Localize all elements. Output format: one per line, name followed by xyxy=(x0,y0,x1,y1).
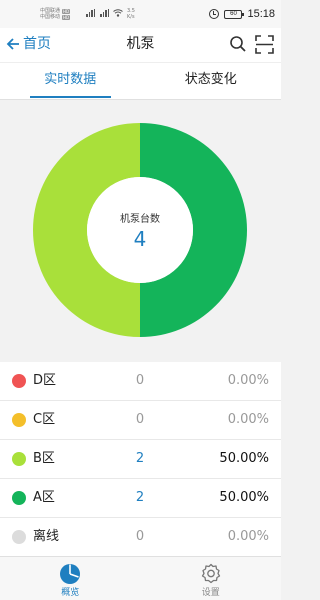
signal-icon xyxy=(86,9,95,17)
legend-dot xyxy=(12,374,26,388)
pie-chart-icon xyxy=(60,564,81,584)
app-header: 首页 机泵 xyxy=(0,28,281,62)
tab-bar: 实时数据 状态变化 xyxy=(0,62,281,100)
tab-status-change[interactable]: 状态变化 xyxy=(141,63,282,99)
nav-overview[interactable]: 概览 xyxy=(0,557,141,600)
donut-chart: 机泵台数 4 xyxy=(0,101,281,359)
alarm-icon xyxy=(209,9,220,19)
legend-percent: 50.00% xyxy=(219,490,269,505)
legend-count: 0 xyxy=(135,529,145,544)
legend-row-a[interactable]: A区 2 50.00% xyxy=(0,479,281,518)
hd-badge: HD xyxy=(62,14,71,20)
nav-label: 概览 xyxy=(61,588,80,598)
hd-badge: HD xyxy=(62,8,71,14)
legend-count: 2 xyxy=(135,490,145,505)
legend-row-d[interactable]: D区 0 0.00% xyxy=(0,362,281,401)
legend-percent: 0.00% xyxy=(227,373,269,388)
legend-name: C区 xyxy=(33,412,56,427)
status-bar: 中国联通 HD 中国移动 HD 3.5 K/s 60 15:18 xyxy=(0,0,281,28)
center-value: 4 xyxy=(133,227,147,251)
legend-dot xyxy=(12,491,26,505)
center-label: 机泵台数 xyxy=(120,214,160,225)
net-speed: 3.5 K/s xyxy=(127,8,135,20)
clock: 15:18 xyxy=(247,8,275,20)
legend-name: D区 xyxy=(33,373,57,388)
legend-percent: 50.00% xyxy=(219,451,269,466)
legend-percent: 0.00% xyxy=(227,412,269,427)
signal-icon xyxy=(100,9,109,17)
legend-name: 离线 xyxy=(33,529,60,544)
legend-row-offline[interactable]: 离线 0 0.00% xyxy=(0,518,281,557)
wifi-icon xyxy=(113,9,123,17)
legend-row-c[interactable]: C区 0 0.00% xyxy=(0,401,281,440)
chart-center: 机泵台数 4 xyxy=(90,213,190,251)
legend-list: D区 0 0.00% C区 0 0.00% B区 2 50.00% A区 2 5… xyxy=(0,362,281,557)
tab-realtime-data[interactable]: 实时数据 xyxy=(0,63,141,99)
legend-name: B区 xyxy=(33,451,55,466)
gear-icon xyxy=(201,563,220,584)
nav-label: 设置 xyxy=(201,588,220,598)
legend-name: A区 xyxy=(33,490,55,505)
legend-dot xyxy=(12,530,26,544)
legend-count: 0 xyxy=(135,373,145,388)
carrier-2: 中国移动 xyxy=(40,14,61,20)
legend-count: 2 xyxy=(135,451,145,466)
nav-settings[interactable]: 设置 xyxy=(141,557,282,600)
battery-icon: 60 xyxy=(224,9,245,19)
legend-dot xyxy=(12,413,26,427)
carrier-info: 中国联通 HD 中国移动 HD xyxy=(40,8,71,20)
scan-icon[interactable] xyxy=(255,35,274,54)
bottom-nav: 概览 设置 xyxy=(0,556,281,600)
search-icon[interactable] xyxy=(229,35,247,53)
legend-percent: 0.00% xyxy=(227,529,269,544)
legend-row-b[interactable]: B区 2 50.00% xyxy=(0,440,281,479)
legend-count: 0 xyxy=(135,412,145,427)
legend-dot xyxy=(12,452,26,466)
